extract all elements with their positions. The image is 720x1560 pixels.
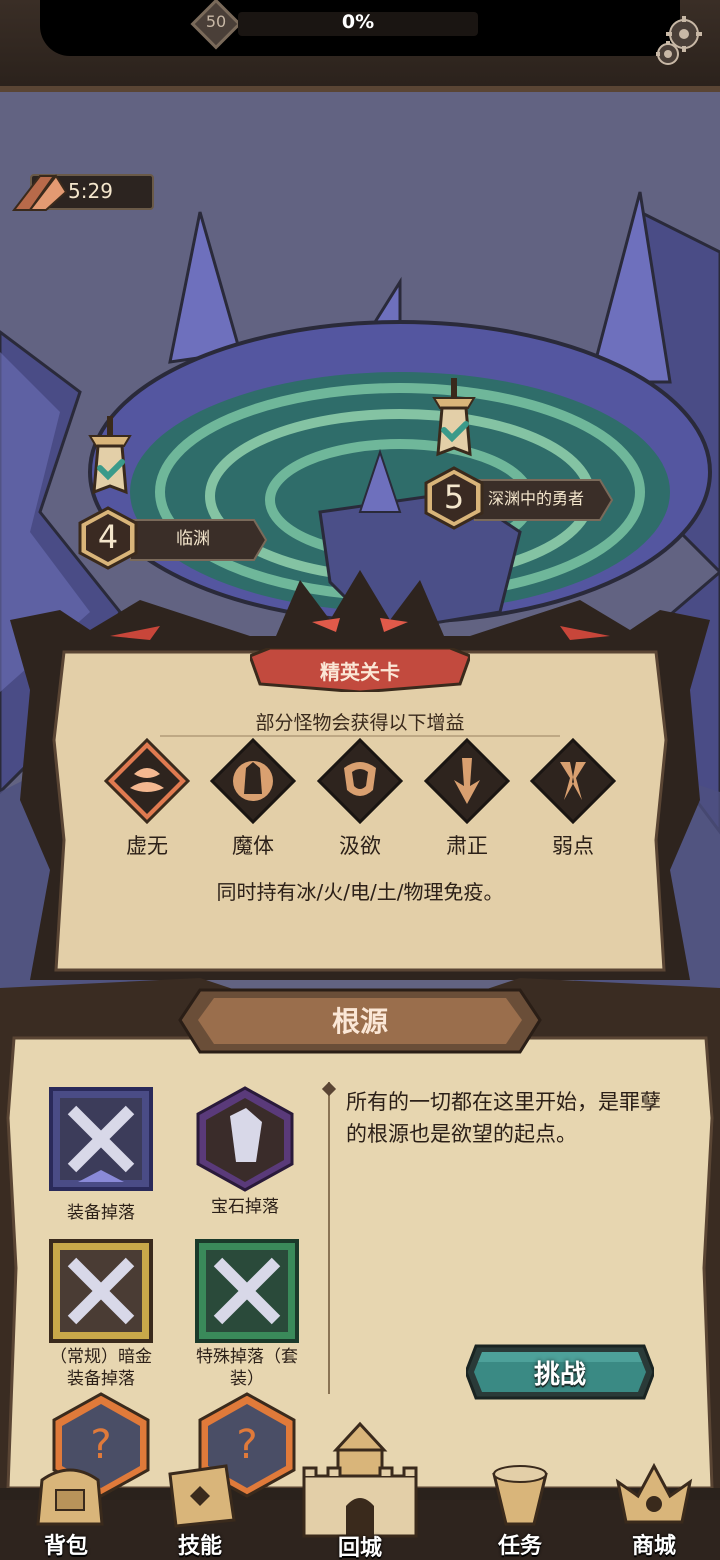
drop-label-line-1: 特殊掉落（套 — [196, 1347, 298, 1367]
area-title: 根源 — [331, 1005, 388, 1038]
challenge-button-label[interactable]: 挑战 — [466, 1354, 654, 1391]
stage-number: 5 — [443, 478, 465, 516]
desire-drain-icon — [317, 738, 403, 824]
top-status-bar: 50 0% — [0, 0, 720, 92]
void-icon — [104, 738, 190, 824]
quest-icon — [492, 1465, 548, 1526]
purge-icon — [424, 738, 510, 824]
gem-drop-icon — [196, 1086, 294, 1192]
fast-forward-icon[interactable] — [10, 170, 70, 214]
skill-icon — [168, 1464, 236, 1528]
nav-label: 任务 — [497, 1534, 542, 1559]
nav-label: 技能 — [177, 1534, 222, 1559]
time-indicator: 5:29 — [10, 170, 154, 214]
stage-name: 深渊中的勇者 — [488, 489, 585, 508]
area-description: 所有的一切都在这里开始，是罪孽的根源也是欲望的起点。 — [346, 1090, 661, 1146]
buff-label: 虚无 — [126, 834, 168, 858]
nav-label: 商城 — [631, 1534, 676, 1559]
backpack-icon — [36, 1468, 104, 1526]
nav-label: 背包 — [43, 1534, 88, 1559]
nav-label: 回城 — [337, 1536, 382, 1560]
drop-label: 装备掉落 — [67, 1203, 135, 1223]
player-level: 50 — [205, 12, 227, 31]
drop-label-line-1: （常规）暗金 — [50, 1347, 152, 1367]
buff-description: 同时持有冰/火/电/土/物理免疫。 — [216, 880, 504, 904]
buff-label: 肃正 — [446, 834, 488, 858]
stage-cleared-flag-icon — [432, 378, 476, 457]
drop-label: 宝石掉落 — [211, 1197, 279, 1217]
drop-label-line-2: 装） — [230, 1369, 264, 1389]
buff-label: 弱点 — [552, 834, 594, 858]
buff-label: 魔体 — [232, 834, 274, 858]
drop-label-line-2: 装备掉落 — [67, 1369, 135, 1389]
buff-heading: 部分怪物会获得以下增益 — [255, 712, 465, 734]
shop-icon — [615, 1462, 693, 1524]
divider — [328, 1082, 330, 1394]
elite-stage-title: 精英关卡 — [320, 660, 400, 684]
set-equipment-icon — [195, 1239, 299, 1343]
demon-body-icon — [210, 738, 296, 824]
gear-icon[interactable] — [650, 14, 706, 70]
buff-label: 汲欲 — [339, 834, 381, 858]
equipment-drop-icon — [49, 1087, 153, 1191]
experience-percent: 0% — [341, 11, 375, 33]
weakness-icon — [530, 738, 616, 824]
castle-icon — [302, 1421, 418, 1538]
timer-text: 5:29 — [68, 179, 113, 203]
dark-gold-equipment-icon — [49, 1239, 153, 1343]
stage-cleared-flag-icon — [88, 416, 132, 495]
